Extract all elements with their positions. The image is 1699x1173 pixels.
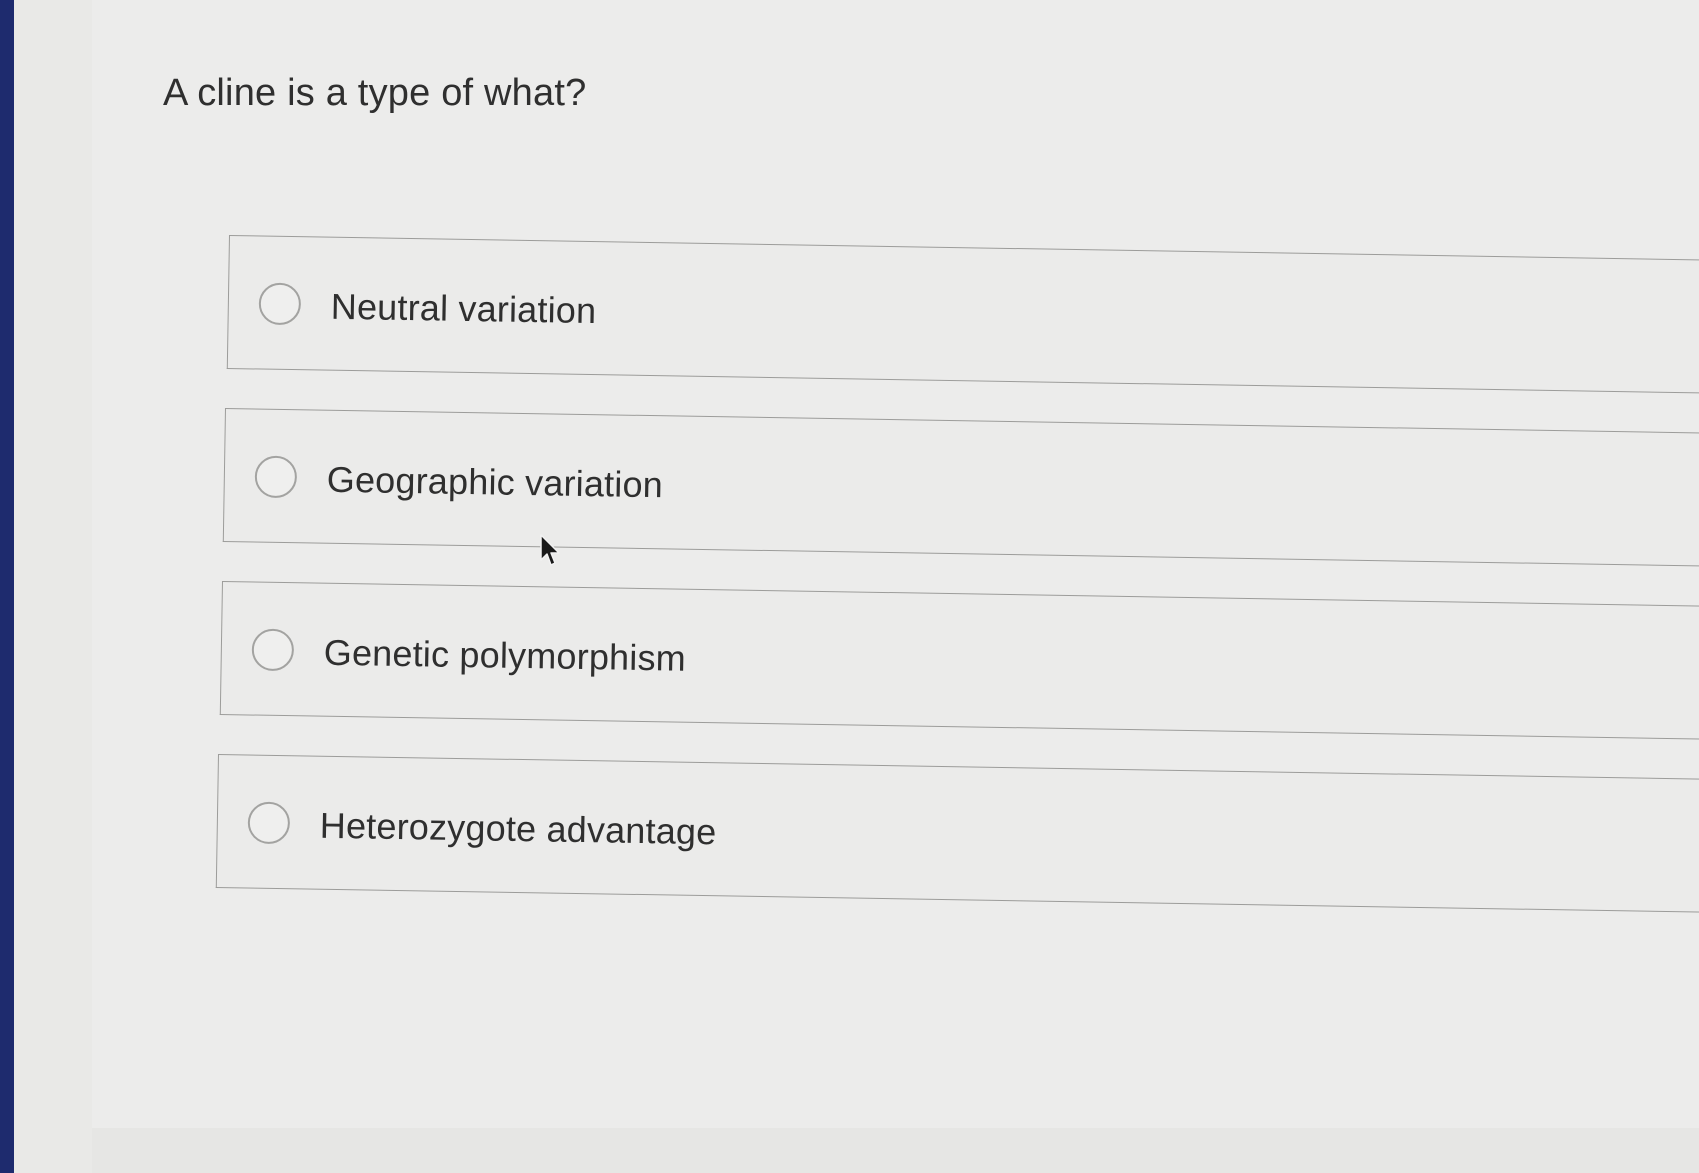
question-text: A cline is a type of what? (163, 72, 587, 114)
window-left-edge (0, 0, 14, 1173)
question-panel (92, 0, 1699, 1128)
left-gutter (14, 0, 92, 1173)
answer-option-label: Geographic variation (326, 458, 664, 506)
mouse-pointer-icon (540, 534, 560, 566)
answer-option-3[interactable]: Genetic polymorphism (219, 581, 1699, 741)
answer-option-2[interactable]: Geographic variation (222, 408, 1699, 568)
radio-button-icon[interactable] (251, 628, 295, 672)
radio-button-icon[interactable] (254, 455, 298, 499)
answer-option-label: Heterozygote advantage (319, 804, 717, 853)
radio-button-icon[interactable] (258, 282, 302, 326)
answer-option-1[interactable]: Neutral variation (226, 235, 1699, 395)
radio-button-icon[interactable] (247, 801, 291, 845)
answer-option-label: Neutral variation (330, 285, 597, 332)
answer-option-4[interactable]: Heterozygote advantage (215, 754, 1699, 914)
answer-option-label: Genetic polymorphism (323, 631, 687, 679)
